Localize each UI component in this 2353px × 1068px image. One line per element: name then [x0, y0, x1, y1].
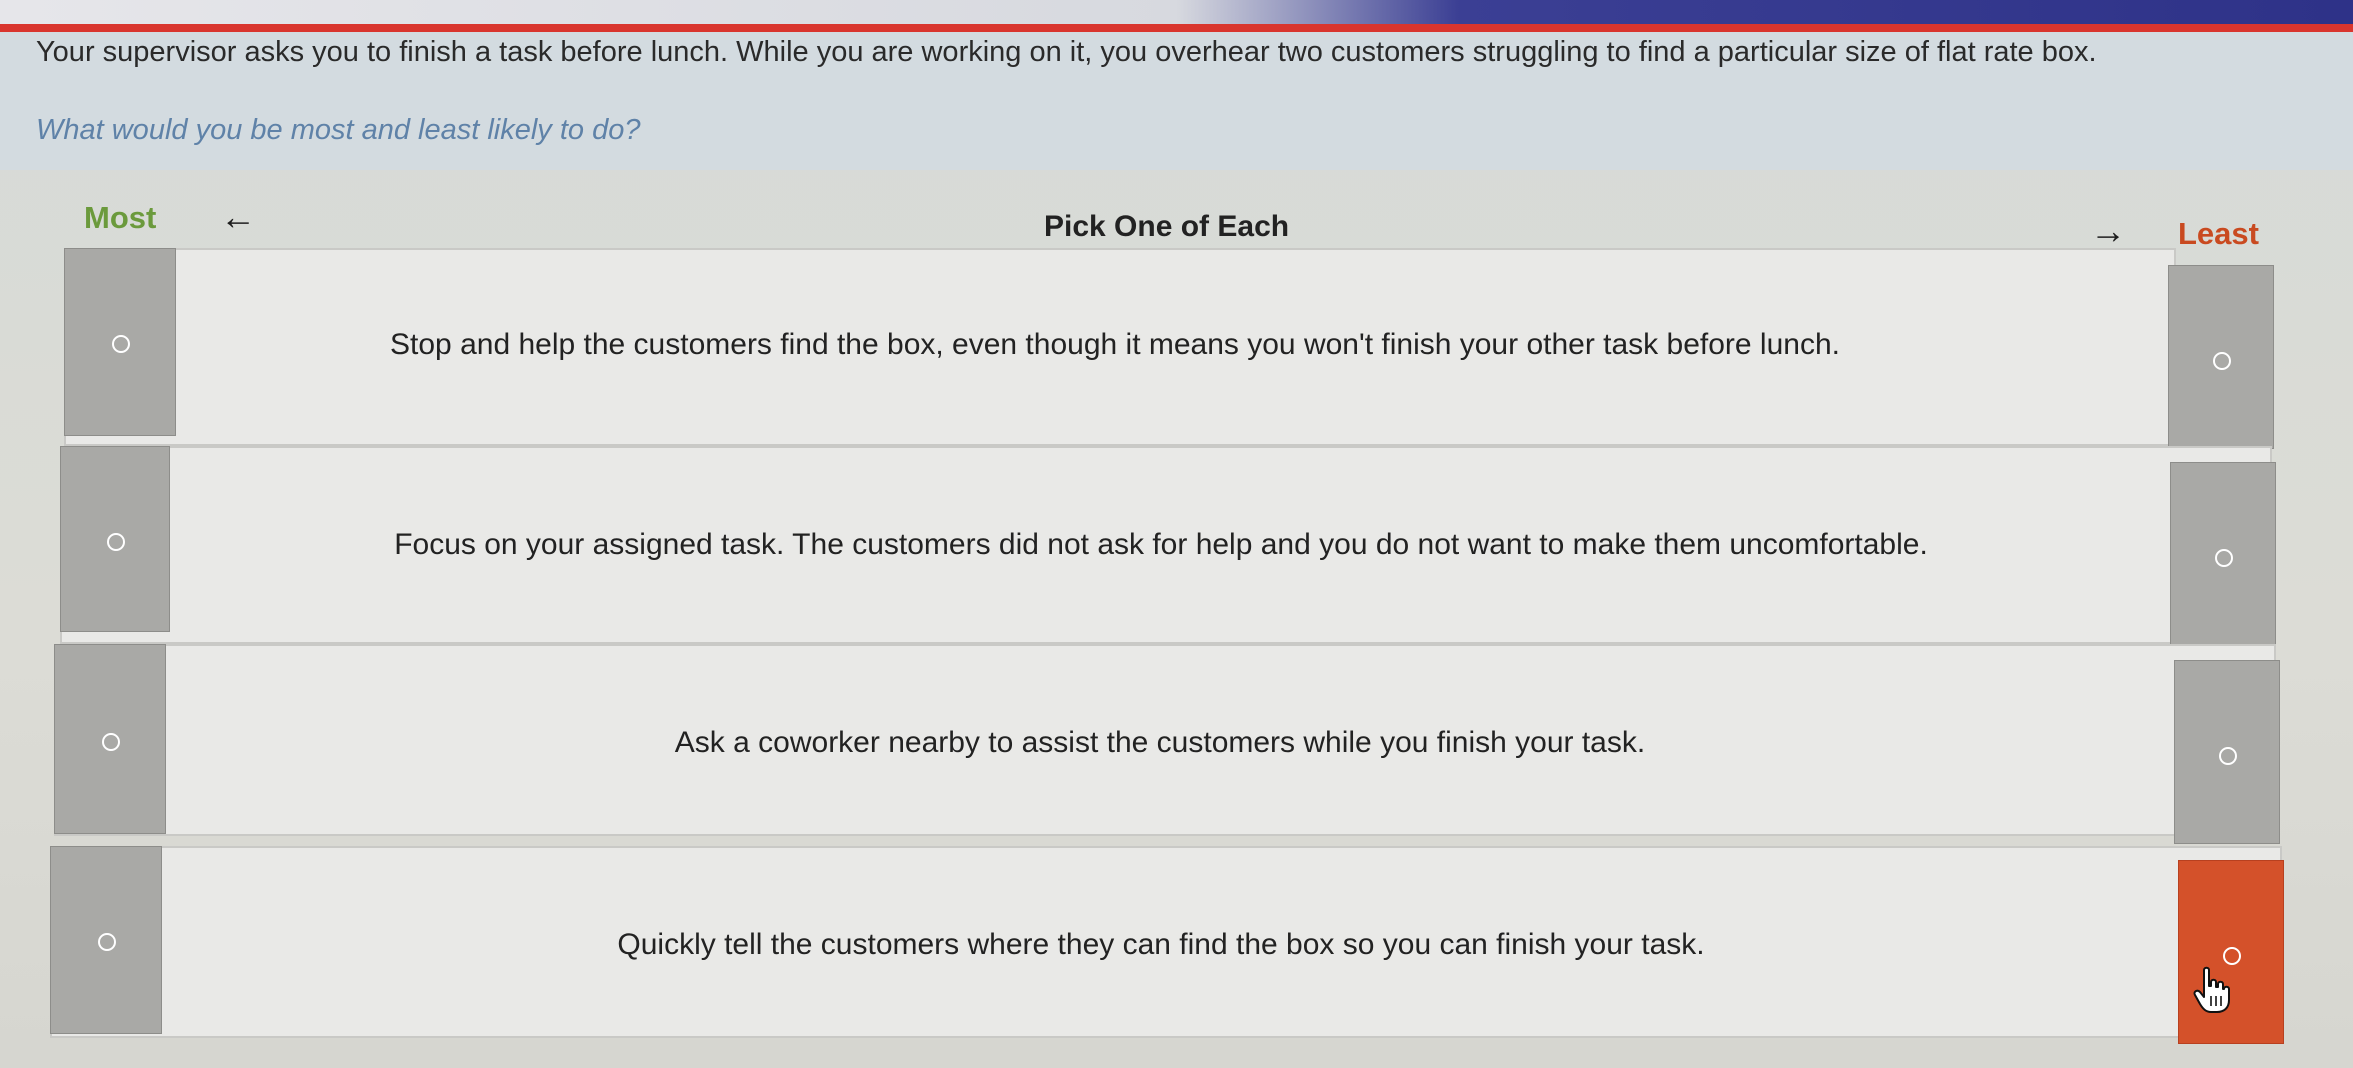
least-column-label: Least [2178, 216, 2259, 251]
radio-circle-icon [107, 533, 125, 551]
most-choice-button[interactable] [64, 248, 176, 436]
option-row: Stop and help the customers find the box… [64, 248, 2176, 446]
radio-circle-icon [102, 733, 120, 751]
option-row: Focus on your assigned task. The custome… [60, 446, 2272, 644]
radio-circle-icon [112, 335, 130, 353]
radio-circle-icon [2215, 549, 2233, 567]
option-text: Quickly tell the customers where they ca… [617, 928, 1705, 961]
option-text: Stop and help the customers find the box… [390, 328, 1840, 361]
least-choice-button[interactable] [2174, 660, 2280, 844]
banner-accent-line [0, 24, 2353, 32]
option-text: Focus on your assigned task. The custome… [394, 528, 1928, 561]
assessment-page: Your supervisor asks you to finish a tas… [0, 0, 2353, 1068]
question-text: What would you be most and least likely … [36, 114, 641, 146]
least-choice-button[interactable] [2168, 265, 2274, 449]
option-row: Quickly tell the customers where they ca… [50, 846, 2282, 1038]
arrow-right-icon: → [2090, 210, 2126, 251]
scenario-text: Your supervisor asks you to finish a tas… [36, 36, 2097, 68]
top-banner [0, 0, 2353, 32]
option-text: Ask a coworker nearby to assist the cust… [674, 726, 1646, 759]
arrow-left-icon: ← [220, 196, 256, 237]
pick-one-instruction: Pick One of Each [1044, 210, 1290, 243]
radio-circle-icon [98, 933, 116, 951]
least-choice-button-selected[interactable] [2178, 860, 2284, 1044]
most-column-label: Most [84, 200, 157, 235]
hand-pointer-icon [2193, 966, 2230, 1013]
radio-circle-icon [2223, 947, 2241, 965]
most-choice-button[interactable] [54, 644, 166, 834]
most-choice-button[interactable] [50, 846, 162, 1034]
option-row: Ask a coworker nearby to assist the cust… [54, 644, 2276, 836]
least-choice-button[interactable] [2170, 462, 2276, 646]
radio-circle-icon [2213, 352, 2231, 370]
radio-circle-icon [2219, 747, 2237, 765]
most-choice-button[interactable] [60, 446, 170, 632]
